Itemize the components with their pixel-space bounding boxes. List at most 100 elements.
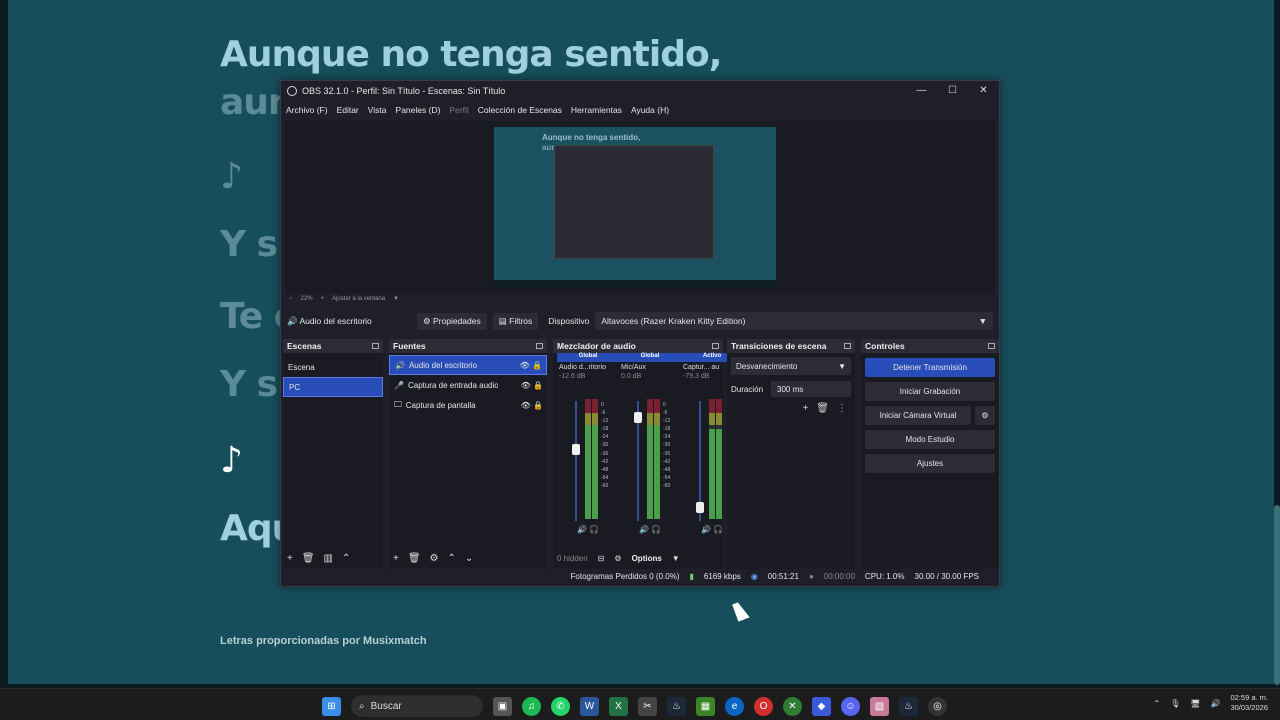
trash-icon[interactable]: 🗑 <box>408 553 421 564</box>
duration-input[interactable]: 300 ms <box>771 381 851 397</box>
discord-icon[interactable]: ☺ <box>841 696 860 716</box>
whatsapp-icon[interactable]: ✆ <box>551 696 570 716</box>
eye-icon[interactable]: 👁 <box>521 381 531 390</box>
xbox-icon[interactable]: ✕ <box>783 696 802 716</box>
close-button[interactable]: ✕ <box>968 81 999 101</box>
trash-icon[interactable]: 🗑 <box>302 553 315 564</box>
program-preview[interactable]: Aunque no tenga sentido, aur <box>494 127 776 288</box>
minimize-button[interactable]: — <box>906 81 937 101</box>
level-meter <box>585 399 591 519</box>
image-icon[interactable]: ▧ <box>870 696 889 716</box>
menu-herramientas[interactable]: Herramientas <box>571 105 622 115</box>
filters-button[interactable]: ▤ Filtros <box>492 312 539 330</box>
eye-icon[interactable]: 👁 <box>520 361 530 370</box>
studio-mode-button[interactable]: Modo Estudio <box>865 430 995 449</box>
minecraft-icon[interactable]: ▦ <box>696 696 715 716</box>
menu-ayuda[interactable]: Ayuda (H) <box>631 105 669 115</box>
clock[interactable]: 02:59 a. m. 30/03/2026 <box>1230 693 1268 713</box>
volume-fader-knob[interactable] <box>634 412 642 424</box>
dock-menu-icon[interactable] <box>988 343 995 349</box>
lyrics-scrollbar[interactable] <box>1274 505 1280 685</box>
trash-icon[interactable]: 🗑 <box>816 403 829 414</box>
menu-vista[interactable]: Vista <box>368 105 387 115</box>
zoom-in-button[interactable]: + <box>321 296 325 302</box>
volume-fader-knob[interactable] <box>572 443 580 455</box>
channel-name[interactable]: Audio d...ritorio <box>557 362 619 373</box>
lock-icon[interactable]: 🔒 <box>533 381 543 390</box>
add-icon[interactable]: + <box>802 403 808 414</box>
excel-icon[interactable]: X <box>609 696 628 716</box>
maximize-button[interactable]: ☐ <box>937 81 968 101</box>
lock-icon[interactable]: 🔒 <box>533 401 543 410</box>
menu-coleccion[interactable]: Colección de Escenas <box>478 105 562 115</box>
zoom-out-button[interactable]: − <box>289 296 293 302</box>
network-icon[interactable]: 🖥 <box>1190 699 1200 708</box>
db-tick-label: -36 <box>663 450 671 457</box>
scene-item[interactable]: PC <box>283 377 383 397</box>
capcut-icon[interactable]: ✂ <box>638 696 657 716</box>
windows-start-icon[interactable]: ⊞ <box>322 696 341 716</box>
mic-icon[interactable]: 🎙 <box>1170 699 1180 708</box>
menu-perfil[interactable]: Perfil <box>449 105 468 115</box>
more-icon[interactable]: ⋮ <box>837 403 847 414</box>
chevron-down-icon[interactable]: ▼ <box>393 296 399 302</box>
dock-menu-icon[interactable] <box>372 343 379 349</box>
chevron-up-icon[interactable]: ⌃ <box>448 553 456 564</box>
source-item[interactable]: 🖵 Captura de pantalla 👁 🔒 <box>389 395 547 415</box>
menu-archivo[interactable]: Archivo (F) <box>286 105 328 115</box>
transition-select[interactable]: Desvanecimiento ▼ <box>731 357 851 375</box>
add-icon[interactable]: + <box>393 553 399 564</box>
word-icon[interactable]: W <box>580 696 599 716</box>
source-item[interactable]: 🎤 Captura de entrada audio 👁 🔒 <box>389 375 547 395</box>
edge-icon[interactable]: e <box>725 696 744 716</box>
scene-item[interactable]: Escena <box>283 357 383 377</box>
stop-stream-button[interactable]: Detener Transmisión <box>865 358 995 377</box>
steam-icon[interactable]: ♨ <box>667 696 686 716</box>
dock-menu-icon[interactable] <box>712 343 719 349</box>
spotify-icon[interactable]: ♫ <box>522 696 541 716</box>
level-meter <box>654 399 660 519</box>
speaker-icon[interactable]: 🔊 <box>639 525 649 534</box>
menu-paneles[interactable]: Paneles (D) <box>396 105 441 115</box>
speaker-icon[interactable]: 🔊 <box>577 525 587 534</box>
hidden-count[interactable]: 0 hidden <box>557 554 588 563</box>
gear-icon[interactable]: ⚙ <box>975 406 995 425</box>
chevron-up-icon[interactable]: ⌃ <box>342 553 350 564</box>
headphones-icon[interactable]: 🎧 <box>589 525 599 534</box>
opera-icon[interactable]: O <box>754 696 773 716</box>
taskbar-search[interactable]: ⌕ Buscar <box>351 695 483 717</box>
settings-icon[interactable]: ⚙ <box>614 554 621 563</box>
speaker-icon[interactable]: 🔊 <box>701 525 711 534</box>
headphones-icon[interactable]: 🎧 <box>713 525 723 534</box>
store-icon[interactable]: ▣ <box>493 696 512 716</box>
chevron-down-icon[interactable]: ▼ <box>672 554 680 563</box>
volume-fader-track[interactable] <box>575 401 577 521</box>
headphones-icon[interactable]: 🎧 <box>651 525 661 534</box>
device-select[interactable]: Altavoces (Razer Kraken Kitty Edition) ▼ <box>595 312 993 330</box>
start-recording-button[interactable]: Iniciar Grabación <box>865 382 995 401</box>
lock-icon[interactable]: 🔒 <box>532 361 542 370</box>
properties-button[interactable]: ⚙ Propiedades <box>417 312 487 330</box>
zoom-fit-select[interactable]: Ajustar a la ventana <box>332 296 385 302</box>
channel-name[interactable]: Mic/Aux <box>619 362 681 373</box>
add-icon[interactable]: + <box>287 553 293 564</box>
settings-button[interactable]: Ajustes <box>865 454 995 473</box>
steam-icon[interactable]: ♨ <box>899 696 918 716</box>
dock-menu-icon[interactable] <box>536 343 543 349</box>
chevron-up-icon[interactable]: ⌃ <box>1153 699 1160 708</box>
eye-icon[interactable]: 👁 <box>521 401 531 410</box>
dock-menu-icon[interactable] <box>844 343 851 349</box>
chevron-down-icon[interactable]: ⌄ <box>465 553 473 564</box>
volume-fader-knob[interactable] <box>696 501 704 513</box>
window-title: OBS 32.1.0 - Perfil: Sin Título - Escena… <box>302 86 506 96</box>
obs-icon[interactable]: ◎ <box>928 696 947 716</box>
menu-editar[interactable]: Editar <box>337 105 359 115</box>
app-icon[interactable]: ◆ <box>812 696 831 716</box>
virtual-camera-button[interactable]: Iniciar Cámara Virtual <box>865 406 971 425</box>
layout-icon[interactable]: ⊟ <box>598 554 605 563</box>
options-button[interactable]: Options <box>632 554 662 563</box>
gear-icon[interactable]: ⚙ <box>430 553 439 564</box>
filter-icon[interactable]: ▥ <box>324 553 333 564</box>
volume-icon[interactable]: 🔊 <box>1210 699 1220 708</box>
source-item[interactable]: 🔊 Audio del escritorio 👁 🔒 <box>389 355 547 375</box>
